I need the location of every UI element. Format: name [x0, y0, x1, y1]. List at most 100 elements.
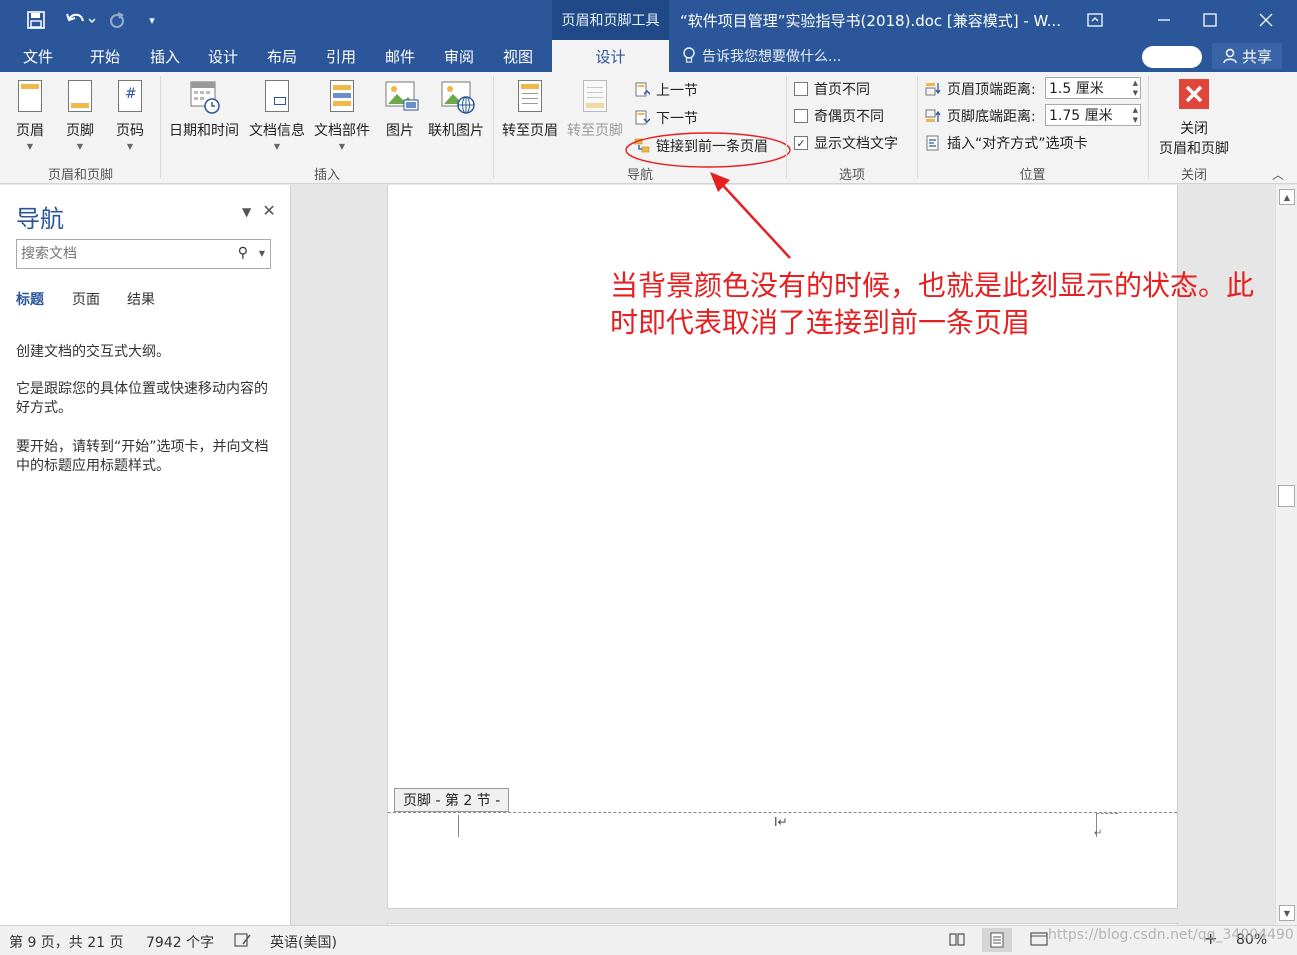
maximize-icon[interactable] — [1187, 0, 1233, 40]
ribbon-display-options-icon[interactable] — [1072, 0, 1118, 40]
undo-icon[interactable] — [60, 8, 100, 32]
close-header-footer-button[interactable]: 关闭 页眉和页脚 — [1154, 78, 1234, 158]
different-first-page-checkbox[interactable]: 首页不同 — [794, 79, 870, 99]
footer-boundary-line — [388, 812, 1177, 813]
header-from-top-label-row: 页眉顶端距离: — [925, 79, 1036, 99]
pictures-button[interactable]: 图片 — [378, 78, 422, 140]
header-icon — [14, 78, 46, 116]
group-divider — [493, 76, 494, 178]
header-footer-tools-label: 页眉和页脚工具 — [552, 0, 669, 40]
group-label-position: 位置 — [1019, 168, 1046, 183]
nav-tab-results[interactable]: 结果 — [127, 289, 155, 309]
nav-tab-pages[interactable]: 页面 — [72, 289, 100, 309]
spinner-arrows-icon[interactable]: ▲ ▼ — [1133, 105, 1138, 125]
save-icon[interactable] — [22, 8, 50, 32]
account-avatar[interactable] — [1142, 46, 1202, 68]
chevron-down-icon[interactable]: ▼ — [259, 249, 265, 258]
footer-position-icon — [925, 108, 941, 124]
group-label-options: 选项 — [838, 168, 865, 183]
footer-from-bottom-spinner[interactable]: 1.75 厘米 ▲ ▼ — [1045, 104, 1141, 126]
header-button[interactable]: 页眉 ▼ — [8, 78, 52, 151]
header-from-top-label: 页眉顶端距离: — [947, 82, 1036, 98]
tab-review[interactable]: 审阅 — [430, 40, 488, 72]
calendar-icon — [188, 78, 220, 116]
navigation-pane: 导航 ▼ ✕ ⚲ ▼ 标题 页面 结果 创建文档的交互式大纲。 它是跟踪您的具体… — [0, 185, 291, 925]
footer-label: 页脚 — [66, 123, 94, 139]
tab-design[interactable]: 设计 — [194, 40, 252, 72]
footer-from-bottom-value: 1.75 厘米 — [1049, 108, 1113, 124]
show-document-text-checkbox[interactable]: ✓ 显示文档文字 — [794, 133, 898, 153]
page-number-button[interactable]: # 页码 ▼ — [108, 78, 152, 151]
online-pictures-button[interactable]: 联机图片 — [424, 78, 488, 140]
status-page[interactable]: 第 9 页，共 21 页 — [9, 932, 124, 952]
goto-header-button[interactable]: 转至页眉 — [499, 78, 561, 140]
tab-file[interactable]: 文件 — [10, 40, 66, 72]
pictures-label: 图片 — [386, 123, 414, 139]
group-divider — [160, 76, 161, 178]
status-language[interactable]: 英语(美国) — [270, 932, 337, 952]
status-word-count[interactable]: 7942 个字 — [146, 932, 214, 952]
header-from-top-spinner[interactable]: 1.5 厘米 ▲ ▼ — [1045, 77, 1141, 99]
web-layout-icon[interactable] — [1030, 930, 1048, 952]
annotation-text: 当背景颜色没有的时候，也就是此刻显示的状态。此 时即代表取消了连接到前一条页眉 — [610, 267, 1254, 341]
scroll-down-icon[interactable]: ▼ — [1279, 905, 1295, 921]
header-position-icon — [925, 81, 941, 97]
redo-icon[interactable] — [104, 8, 130, 32]
nav-search-input[interactable] — [17, 240, 227, 268]
scroll-thumb[interactable] — [1278, 485, 1295, 507]
goto-footer-button[interactable]: 转至页脚 — [564, 78, 626, 140]
proofing-icon[interactable] — [234, 932, 252, 952]
nav-controls: ▼ ✕ — [242, 201, 276, 220]
chevron-down-icon: ▼ — [126, 142, 134, 151]
search-icon[interactable]: ⚲ — [238, 245, 248, 261]
previous-section-button[interactable]: 上一节 — [634, 80, 698, 100]
tab-view[interactable]: 视图 — [489, 40, 547, 72]
different-odd-even-checkbox[interactable]: 奇偶页不同 — [794, 106, 884, 126]
document-info-button[interactable]: 文档信息 ▼ — [246, 78, 308, 151]
share-button[interactable]: 共享 — [1212, 43, 1282, 69]
tab-insert[interactable]: 插入 — [136, 40, 194, 72]
minimize-icon[interactable] — [1141, 0, 1187, 40]
online-picture-icon — [440, 78, 475, 116]
tell-me-text: 告诉我您想要做什么... — [702, 49, 842, 65]
nav-help-text-3: 要开始，请转到“开始”选项卡，并向文档中的标题应用标题样式。 — [16, 439, 269, 474]
read-mode-icon[interactable] — [948, 930, 966, 952]
nav-search-box[interactable]: ⚲ ▼ — [16, 239, 271, 269]
tab-references[interactable]: 引用 — [312, 40, 370, 72]
footer-from-bottom-label-row: 页脚底端距离: — [925, 106, 1036, 126]
chevron-down-icon: ▼ — [338, 142, 346, 151]
checkbox-unchecked-icon — [794, 82, 808, 96]
tab-layout[interactable]: 布局 — [253, 40, 311, 72]
insert-alignment-tab-button[interactable]: 插入“对齐方式”选项卡 — [925, 133, 1088, 153]
annotation-line-1: 当背景颜色没有的时候，也就是此刻显示的状态。此 — [610, 269, 1255, 302]
footer-button[interactable]: 页脚 ▼ — [58, 78, 102, 151]
date-time-button[interactable]: 日期和时间 — [166, 78, 242, 140]
scroll-up-icon[interactable]: ▲ — [1279, 189, 1295, 205]
customize-quick-access-icon[interactable]: ▾ — [142, 8, 162, 32]
document-page[interactable]: 当背景颜色没有的时候，也就是此刻显示的状态。此 时即代表取消了连接到前一条页眉 … — [387, 185, 1254, 909]
tell-me-search[interactable]: 告诉我您想要做什么... — [682, 46, 841, 66]
chevron-down-icon: ▼ — [273, 142, 281, 151]
different-odd-even-label: 奇偶页不同 — [814, 109, 884, 125]
tab-mailings[interactable]: 邮件 — [371, 40, 429, 72]
close-icon[interactable]: ✕ — [262, 201, 275, 220]
close-window-icon[interactable] — [1243, 0, 1289, 40]
chevron-down-icon: ▼ — [26, 142, 34, 151]
spinner-arrows-icon[interactable]: ▲ ▼ — [1133, 78, 1138, 98]
ribbon-tab-row: 文件 开始 插入 设计 布局 引用 邮件 审阅 视图 设计 告诉我您想要做什么.… — [0, 40, 1297, 72]
close-label-line1: 关闭 — [1180, 121, 1208, 137]
quick-parts-label: 文档部件 — [314, 123, 370, 139]
next-section-button[interactable]: 下一节 — [634, 108, 698, 128]
print-layout-icon[interactable] — [982, 928, 1012, 952]
tab-header-footer-design[interactable]: 设计 — [552, 40, 669, 72]
page-number-icon: # — [114, 78, 146, 116]
vertical-scrollbar[interactable]: ▲ ▼ — [1275, 185, 1297, 925]
group-label-header-footer: 页眉和页脚 — [47, 168, 113, 183]
nav-options-icon[interactable]: ▼ — [242, 205, 251, 219]
quick-parts-button[interactable]: 文档部件 ▼ — [311, 78, 373, 151]
tab-home[interactable]: 开始 — [76, 40, 134, 72]
nav-tab-headings[interactable]: 标题 — [16, 289, 44, 309]
collapse-ribbon-icon[interactable]: ︿ — [1272, 166, 1284, 183]
checkbox-unchecked-icon — [794, 109, 808, 123]
person-icon — [1223, 48, 1237, 64]
